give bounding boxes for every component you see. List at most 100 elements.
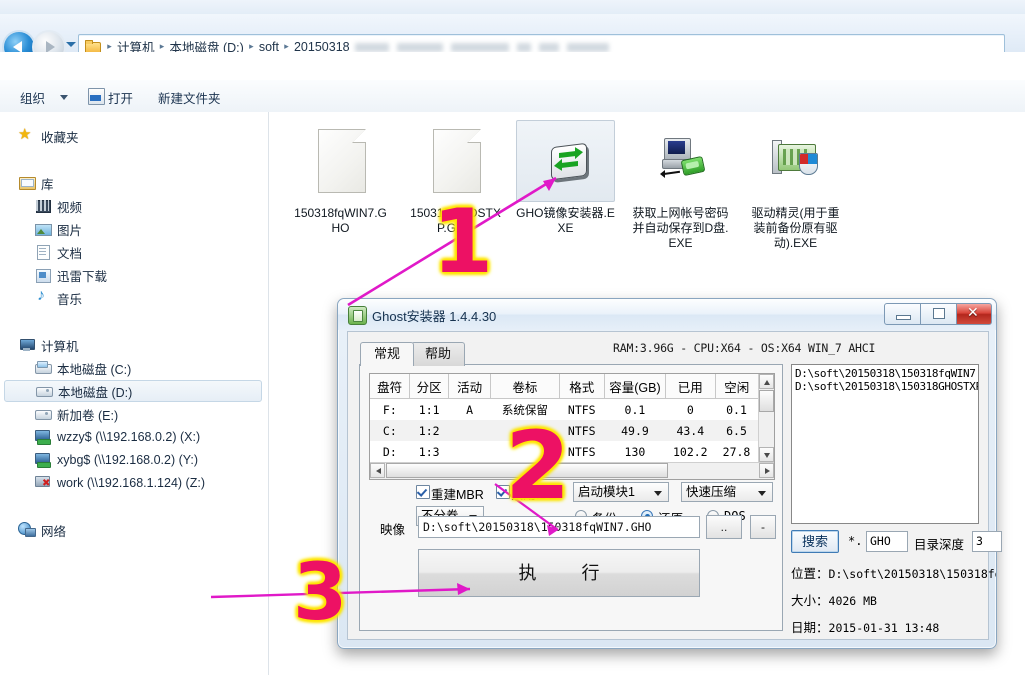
system-info: RAM:3.96G - CPU:X64 - OS:X64 WIN_7 AHCI <box>613 341 876 355</box>
meta-size: 大小：4026 MB <box>791 590 996 609</box>
cell-part: 1:1 <box>418 402 440 417</box>
rebuild-mbr-checkbox[interactable] <box>416 485 430 499</box>
network-drive-icon <box>34 429 52 445</box>
partition-table[interactable]: 盘符 分区 活动 卷标 格式 容量(GB) 已用 空闲 F: 1:1 A 系统保… <box>369 373 775 480</box>
meta-date-label: 日期： <box>791 621 829 635</box>
dialog-title-bar[interactable]: Ghost安装器 1.4.4.30 <box>338 299 996 330</box>
tab-general[interactable]: 常规 <box>360 342 414 366</box>
file-mask-input[interactable]: GHO <box>866 531 908 552</box>
sidebar-item-drive-e[interactable]: 新加卷 (E:) <box>34 403 118 425</box>
cell-free: 6.5 <box>715 420 758 441</box>
annotation-marker-1: 1 <box>432 190 494 293</box>
sidebar-item-label: 本地磁盘 (D:) <box>58 385 133 400</box>
cell-free: 0.1 <box>726 402 747 417</box>
redacted-block <box>516 42 531 52</box>
sidebar-item-label: work (\\192.168.1.124) (Z:) <box>57 476 205 490</box>
sidebar-item-videos[interactable]: 视频 <box>34 195 82 217</box>
sidebar-item-library[interactable]: 库 <box>18 172 54 194</box>
rebuild-mbr-label: 重建MBR <box>431 488 484 502</box>
cell-size: 49.9 <box>604 420 666 441</box>
gho-document-icon <box>318 129 366 193</box>
table-horizontal-scrollbar[interactable] <box>370 462 774 479</box>
sidebar-item-favorites[interactable]: 收藏夹 <box>18 125 79 147</box>
cell-active: A <box>466 402 474 417</box>
depth-label: 目录深度 <box>914 538 965 552</box>
sidebar-item-network-drive-y[interactable]: xybg$ (\\192.168.0.2) (Y:) <box>34 449 198 471</box>
cell-drive: D: <box>382 444 397 459</box>
history-dropdown-icon[interactable] <box>66 42 76 47</box>
depth-input[interactable]: 3 <box>972 531 1002 552</box>
breadcrumb-separator: ▸ <box>159 41 165 51</box>
sidebar-item-label: wzzy$ (\\192.168.0.2) (X:) <box>57 430 201 444</box>
file-mask-prefix: *. <box>848 534 863 548</box>
redacted-block <box>566 42 609 52</box>
boot-module-select[interactable]: 启动模块1 <box>573 482 669 502</box>
sidebar-item-network-drive-z[interactable]: work (\\192.168.1.124) (Z:) <box>34 472 205 494</box>
table-vertical-scrollbar[interactable] <box>758 374 774 462</box>
list-item[interactable]: D:\soft\20150318\150318fqWIN7.G <box>795 367 978 380</box>
col-drive: 盘符 <box>370 374 411 399</box>
driver-shield-icon <box>772 138 822 182</box>
address-bar: ▸ 计算机 ▸ 本地磁盘 (D:) ▸ soft ▸ 20150318 <box>0 14 1025 62</box>
sidebar-item-drive-d[interactable]: 本地磁盘 (D:) <box>4 380 262 402</box>
sidebar-item-label: 音乐 <box>57 292 83 307</box>
search-results-list[interactable]: D:\soft\20150318\150318fqWIN7.G D:\soft\… <box>791 364 979 524</box>
sidebar-item-network[interactable]: 网络 <box>18 519 66 541</box>
cell-used: 43.4 <box>665 420 716 441</box>
sidebar-item-computer[interactable]: 计算机 <box>18 334 79 356</box>
table-header-row: 盘符 分区 活动 卷标 格式 容量(GB) 已用 空闲 <box>370 374 758 399</box>
navigation-pane: 收藏夹 库 视频 图片 文档 迅雷下载 音乐 计算机 <box>0 112 268 675</box>
window-top-band <box>0 0 1025 14</box>
scrollbar-thumb[interactable] <box>759 390 774 412</box>
list-item[interactable]: D:\soft\20150318\150318GHOSTXP. <box>795 380 978 393</box>
browse-button[interactable]: .. <box>706 515 742 539</box>
compression-select[interactable]: 快速压缩 <box>681 482 773 502</box>
sidebar-item-documents[interactable]: 文档 <box>34 241 82 263</box>
cell-part: 1:3 <box>418 444 440 459</box>
organize-button[interactable]: 组织 <box>20 88 45 107</box>
sidebar-item-label: 收藏夹 <box>41 130 79 145</box>
new-folder-button[interactable]: 新建文件夹 <box>158 88 221 107</box>
cell-part: 1:2 <box>409 420 449 441</box>
cell-drive: C: <box>370 420 410 441</box>
file-name: 驱动精灵(用于重装前备份原有驱动).EXE <box>751 206 840 250</box>
search-button[interactable]: 搜索 <box>791 530 839 553</box>
file-tile[interactable]: 获取上网帐号密码并自动保存到D盘.EXE <box>630 120 731 251</box>
star-icon <box>18 125 36 144</box>
open-button[interactable]: 打开 <box>108 88 133 107</box>
ghost-installer-dialog[interactable]: Ghost安装器 1.4.4.30 RAM:3.96G - CPU:X64 - … <box>337 298 1002 649</box>
chevron-down-icon <box>654 491 662 496</box>
command-bar <box>0 80 1025 113</box>
system-drive-icon <box>34 360 52 376</box>
menu-bar: 文件(F) 编辑(E) 查看(V) 工具(T) 帮助(H) <box>0 52 1025 130</box>
file-tile[interactable]: 驱动精灵(用于重装前备份原有驱动).EXE <box>745 120 846 251</box>
tab-help[interactable]: 帮助 <box>411 342 465 366</box>
breadcrumb-separator: ▸ <box>107 41 112 51</box>
clear-image-button[interactable]: - <box>750 515 776 539</box>
network-icon <box>18 522 36 538</box>
scroll-down-icon[interactable] <box>759 447 774 462</box>
cell-drive: F: <box>382 402 397 417</box>
sidebar-item-thunder-downloads[interactable]: 迅雷下载 <box>34 264 107 286</box>
file-tile[interactable]: 150318fqWIN7.GHO <box>290 120 391 236</box>
scroll-left-icon[interactable] <box>370 463 385 478</box>
breadcrumb-separator: ▸ <box>284 41 289 51</box>
col-free: 空闲 <box>715 374 758 399</box>
chevron-down-icon[interactable] <box>60 95 68 100</box>
close-button[interactable] <box>956 303 992 325</box>
redacted-block <box>538 42 559 52</box>
sidebar-item-drive-c[interactable]: 本地磁盘 (C:) <box>34 357 131 379</box>
sidebar-item-pictures[interactable]: 图片 <box>34 218 82 240</box>
boot-module-value: 启动模块1 <box>578 485 635 499</box>
scroll-up-icon[interactable] <box>759 374 774 389</box>
sidebar-item-music[interactable]: 音乐 <box>34 287 82 309</box>
scroll-right-icon[interactable] <box>759 463 774 478</box>
cell-size: 0.1 <box>624 402 646 417</box>
sidebar-item-network-drive-x[interactable]: wzzy$ (\\192.168.0.2) (X:) <box>34 426 200 448</box>
maximize-button[interactable] <box>920 303 958 325</box>
file-tile-gho-installer[interactable]: GHO镜像安装器.EXE <box>515 120 616 236</box>
execute-button[interactable]: 执 行 <box>418 549 700 597</box>
dialog-body: RAM:3.96G - CPU:X64 - OS:X64 WIN_7 AHCI … <box>347 331 1002 640</box>
minimize-button[interactable] <box>884 303 922 325</box>
file-name: 获取上网帐号密码并自动保存到D盘.EXE <box>632 206 729 250</box>
